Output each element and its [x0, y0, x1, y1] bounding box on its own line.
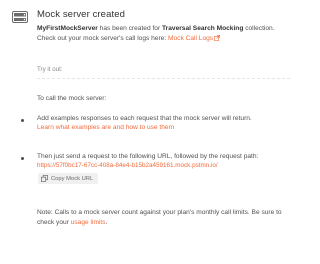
- bullet-dot: [21, 119, 24, 122]
- creation-description: MyFirstMockServer has been created for T…: [37, 24, 292, 44]
- collection-suffix: collection.: [243, 25, 275, 32]
- bullet-dot: [21, 157, 24, 160]
- mock-server-url[interactable]: https://57f0bc17-67cc-408a-84e4-b15b2a45…: [37, 162, 289, 169]
- try-it-out-label: Try it out:: [37, 66, 63, 73]
- step-add-examples-text: Add examples responses to each request t…: [37, 115, 252, 122]
- created-text: has been created for: [97, 25, 162, 32]
- external-link-icon[interactable]: [214, 35, 221, 41]
- call-instructions-intro: To call the mock server:: [37, 95, 107, 102]
- step-send-request-text: Then just send a request to the followin…: [37, 153, 259, 160]
- learn-examples-link[interactable]: Learn what examples are and how to use t…: [37, 124, 289, 131]
- usage-note: Note: Calls to a mock server count again…: [37, 208, 289, 228]
- note-suffix: .: [105, 219, 108, 226]
- copy-mock-url-button[interactable]: Copy Mock URL: [38, 173, 99, 184]
- mock-server-created-panel: Mock server created MyFirstMockServer ha…: [0, 0, 300, 264]
- copy-mock-url-label: Copy Mock URL: [51, 175, 94, 182]
- collection-name: Traversal Search Mocking: [162, 25, 244, 32]
- logs-prefix: Check out your mock server's call logs h…: [37, 35, 168, 42]
- server-icon: [12, 11, 28, 23]
- divider: [37, 78, 290, 79]
- usage-limits-link[interactable]: usage limits: [71, 219, 106, 226]
- page-title: Mock server created: [37, 9, 125, 20]
- copy-icon: [41, 175, 48, 182]
- mock-call-logs-link[interactable]: Mock Call Logs: [168, 35, 213, 42]
- server-name: MyFirstMockServer: [37, 25, 98, 32]
